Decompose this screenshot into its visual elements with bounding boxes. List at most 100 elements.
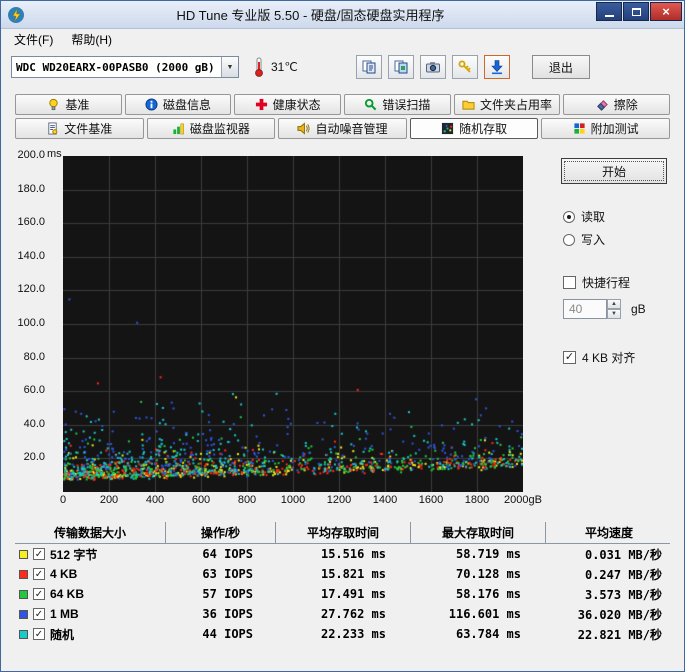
maximize-button[interactable] [623,2,649,21]
lightbulb-icon [47,98,60,111]
read-radio[interactable]: 读取 [563,208,676,225]
series-checkbox[interactable]: ✓ [33,608,45,620]
x-axis: 0 200 400 600 800 1000 1200 1400 1600 1800 2000gB [60,494,542,508]
spinner-down-button[interactable]: ▼ [607,309,621,319]
tab-label: 附加测试 [590,122,639,136]
window-title: HD Tune 专业版 5.50 - 硬盘/固态硬盘实用程序 [176,8,445,23]
short-stroke-size-input[interactable]: 40 [563,299,607,319]
tab-label: 擦除 [613,98,638,112]
file-benchmark-icon [46,122,59,135]
checkbox-unchecked-icon [563,276,576,289]
save-results-button[interactable] [483,55,510,79]
side-panel: 开始 读取 写入 快捷行程 40 ▲ ▼ gB ✓ 4 KB 对齐 [543,150,676,512]
header-avg-speed: 平均速度 [545,522,672,543]
table-row: ✓ 1 MB 36 IOPS 27.762 ms 116.601 ms 36.0… [15,604,670,624]
series-checkbox[interactable]: ✓ [33,628,45,640]
tab-benchmark[interactable]: 基准 [15,94,122,115]
tab-disk-info[interactable]: 磁盘信息 [124,94,232,115]
tab-label: 健康状态 [272,98,321,112]
radio-selected-icon [563,210,575,223]
iops-value: 36 IOPS [202,607,253,621]
tab-row-2: 文件基准 磁盘监视器 自动噪音管理 随机存取 附加测试 [15,118,670,139]
copy-image-button[interactable] [387,55,414,79]
series-color-swatch [19,569,28,579]
header-transfer-size: 传输数据大小 [53,526,126,540]
health-cross-icon [255,98,268,111]
series-label: 随机 [50,627,75,642]
spinner-up-button[interactable]: ▲ [607,299,621,309]
window-controls: × [596,1,684,21]
series-checkbox[interactable]: ✓ [33,568,45,580]
short-stroke-unit-label: gB [631,302,646,316]
short-stroke-label: 快捷行程 [582,276,631,290]
series-label: 1 MB [50,607,79,621]
avg-speed-value: 0.247 MB/秒 [584,567,662,582]
close-button[interactable]: × [650,2,682,21]
info-icon [145,98,158,111]
titlebar[interactable]: HD Tune 专业版 5.50 - 硬盘/固态硬盘实用程序 × [1,1,684,29]
tab-file-benchmark[interactable]: 文件基准 [15,118,144,139]
plot-area [63,156,523,492]
x-tick-label: 800 [237,494,257,506]
tab-folder-usage[interactable]: 文件夹占用率 [453,94,561,115]
disk-monitor-icon [172,122,185,135]
read-radio-label: 读取 [581,210,606,224]
x-tick-label: 1400 [372,494,398,506]
max-access-value: 70.128 ms [455,567,521,581]
random-access-icon [441,122,454,135]
series-label: 512 字节 [50,547,98,562]
y-tick-label: 160.0 [17,216,45,229]
speaker-icon [297,122,311,135]
tab-aam[interactable]: 自动噪音管理 [278,118,407,139]
options-button[interactable] [451,55,478,79]
iops-value: 64 IOPS [202,547,253,561]
iops-value: 57 IOPS [202,587,253,601]
tab-random-access[interactable]: 随机存取 [409,118,539,139]
avg-access-value: 15.821 ms [320,567,386,581]
exit-button[interactable]: 退出 [531,55,590,79]
screenshot-button[interactable] [419,55,446,79]
series-checkbox[interactable]: ✓ [33,548,45,560]
toolbar: WDC WD20EARX-00PASB0 (2000 gB) ▼ 31℃ 退出 [1,50,684,84]
tab-disk-monitor[interactable]: 磁盘监视器 [146,118,276,139]
start-button[interactable]: 开始 [561,158,667,184]
write-radio-label: 写入 [581,233,606,247]
copy-image-icon [394,60,408,74]
tab-extra-tests[interactable]: 附加测试 [541,118,670,139]
legend-cell: ✓ 随机 [15,626,165,643]
avg-access-value: 22.233 ms [320,627,386,641]
avg-speed-value: 3.573 MB/秒 [584,587,662,602]
dropdown-arrow-icon[interactable]: ▼ [221,57,238,77]
write-radio[interactable]: 写入 [563,231,676,248]
minimize-button[interactable] [596,2,622,21]
eraser-icon [596,98,609,111]
copy-text-button[interactable] [355,55,382,79]
tab-error-scan[interactable]: 错误扫描 [344,94,451,115]
app-icon [7,6,25,24]
results-table: 传输数据大小 操作/秒 平均存取时间 最大存取时间 平均速度 ✓ 512 字节 … [1,522,684,644]
short-stroke-size-group: 40 ▲ ▼ gB [563,299,676,319]
tab-health[interactable]: 健康状态 [234,94,342,115]
header-avg-access: 平均存取时间 [275,522,410,543]
scan-magnifier-icon [364,98,377,111]
table-row: ✓ 64 KB 57 IOPS 17.491 ms 58.176 ms 3.57… [15,584,670,604]
short-stroke-checkbox[interactable]: 快捷行程 [563,274,676,291]
keys-icon [458,60,471,73]
y-tick-label: 40.0 [23,417,45,430]
align-4kb-checkbox[interactable]: ✓ 4 KB 对齐 [563,349,676,366]
tab-label: 磁盘信息 [163,98,212,112]
avg-access-value: 27.762 ms [320,607,386,621]
x-tick-label: 1800 [464,494,490,506]
legend-cell: ✓ 512 字节 [15,546,165,563]
menu-file[interactable]: 文件(F) [5,29,62,50]
header-max-access: 最大存取时间 [410,522,545,543]
radio-unselected-icon [563,233,575,246]
avg-speed-value: 36.020 MB/秒 [577,607,662,622]
tab-erase[interactable]: 擦除 [563,94,671,115]
menu-help[interactable]: 帮助(H) [62,29,121,50]
table-row: ✓ 随机 44 IOPS 22.233 ms 63.784 ms 22.821 … [15,624,670,644]
drive-select[interactable]: WDC WD20EARX-00PASB0 (2000 gB) ▼ [11,56,239,78]
series-color-swatch [19,589,28,599]
series-checkbox[interactable]: ✓ [33,588,45,600]
table-row: ✓ 512 字节 64 IOPS 15.516 ms 58.719 ms 0.0… [15,544,670,564]
